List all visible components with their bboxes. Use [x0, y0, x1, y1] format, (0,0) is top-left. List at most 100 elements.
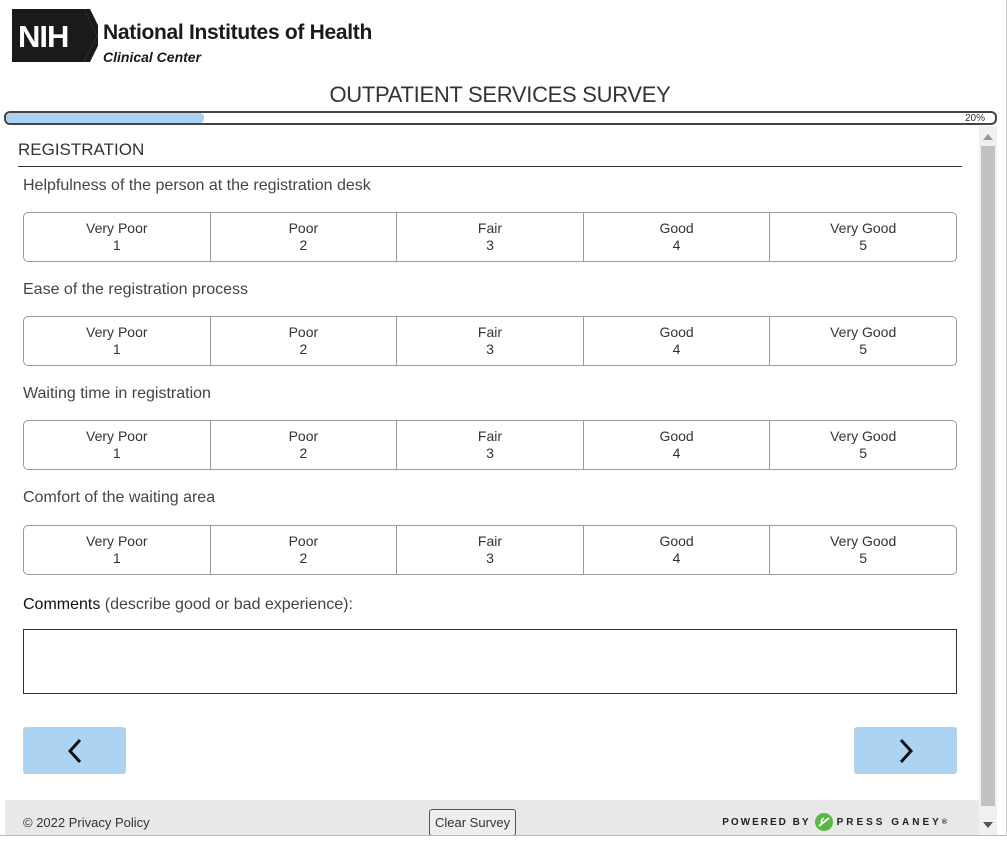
- question-text: Comfort of the waiting area: [23, 489, 216, 506]
- rating-option-label: Very Good: [830, 220, 897, 236]
- chevron-left-icon: [67, 738, 81, 763]
- powered-by-press-ganey: POWERED BY PRESS GANEY ®: [722, 812, 949, 832]
- rating-option-value: 2: [299, 237, 308, 253]
- underlying-page-edge: [0, 835, 1007, 841]
- rating-option[interactable]: Very Good 5: [770, 213, 956, 261]
- footer: © 2022 Privacy Policy Clear Survey POWER…: [5, 800, 979, 836]
- rating-option[interactable]: Good 4: [584, 526, 771, 574]
- scroll-up-arrow-icon[interactable]: [979, 128, 997, 146]
- rating-option-value: 1: [112, 341, 121, 357]
- chevron-right-icon: [899, 738, 913, 763]
- rating-option-label: Poor: [288, 533, 319, 549]
- scroll-thumb[interactable]: [981, 146, 995, 806]
- rating-scale: Very Poor 1 Poor 2 Fair 3 Good 4 Very Good 5: [23, 525, 957, 575]
- progress-bar: 20%: [4, 111, 997, 125]
- rating-option[interactable]: Fair 3: [397, 317, 584, 365]
- rating-option[interactable]: Very Poor 1: [24, 526, 211, 574]
- next-button[interactable]: [854, 727, 957, 774]
- vendor-trademark: ®: [941, 818, 949, 826]
- comments-label-hint: (describe good or bad experience):: [100, 596, 353, 613]
- comments-label: Comments (describe good or bad experienc…: [23, 596, 353, 614]
- logo-text: NIH: [18, 19, 69, 54]
- section-title: REGISTRATION: [18, 140, 962, 167]
- rating-option-label: Very Poor: [86, 428, 148, 444]
- rating-option-value: 4: [672, 237, 681, 253]
- rating-option[interactable]: Good 4: [584, 213, 771, 261]
- progress-fill: [6, 113, 204, 123]
- rating-option-label: Fair: [477, 220, 503, 236]
- press-ganey-leaf-icon: [814, 813, 833, 831]
- nih-logo: NIH National Institutes of Health Clinic…: [10, 8, 372, 65]
- rating-scale: Very Poor 1 Poor 2 Fair 3 Good 4 Very Good 5: [23, 420, 957, 470]
- survey-page: NIH National Institutes of Health Clinic…: [0, 0, 1007, 841]
- rating-option[interactable]: Fair 3: [397, 213, 584, 261]
- previous-button[interactable]: [23, 727, 126, 774]
- survey-title: OUTPATIENT SERVICES SURVEY: [329, 82, 671, 107]
- rating-option-value: 3: [486, 550, 494, 566]
- question-text: Waiting time in registration: [23, 385, 211, 402]
- rating-option[interactable]: Very Poor 1: [24, 213, 211, 261]
- rating-option[interactable]: Very Good 5: [770, 421, 956, 469]
- rating-option-label: Very Good: [830, 324, 897, 340]
- rating-option[interactable]: Good 4: [584, 421, 771, 469]
- rating-option-value: 2: [299, 341, 308, 357]
- rating-option-label: Fair: [477, 533, 503, 549]
- rating-option-label: Poor: [288, 324, 319, 340]
- powered-by-label: POWERED BY: [722, 816, 811, 828]
- rating-option-label: Good: [659, 428, 694, 444]
- comments-field[interactable]: [23, 629, 957, 694]
- rating-option[interactable]: Poor 2: [211, 526, 398, 574]
- rating-option-label: Poor: [288, 220, 319, 236]
- rating-option-value: 5: [859, 550, 868, 566]
- institute-name: National Institutes of Health: [103, 21, 372, 44]
- rating-option[interactable]: Poor 2: [211, 317, 398, 365]
- rating-option-value: 1: [112, 445, 121, 461]
- rating-option[interactable]: Fair 3: [397, 526, 584, 574]
- question-text: Helpfulness of the person at the registr…: [23, 177, 371, 194]
- rating-option-label: Very Poor: [86, 324, 148, 340]
- rating-option-value: 2: [299, 550, 308, 566]
- rating-option-value: 4: [672, 341, 681, 357]
- vendor-name: PRESS GANEY: [836, 816, 942, 828]
- rating-scale: Very Poor 1 Poor 2 Fair 3 Good 4 Very Good 5: [23, 212, 957, 262]
- rating-scale: Very Poor 1 Poor 2 Fair 3 Good 4 Very Good 5: [23, 316, 957, 366]
- rating-option[interactable]: Poor 2: [211, 421, 398, 469]
- nih-badge-icon: NIH: [10, 8, 98, 63]
- rating-option[interactable]: Poor 2: [211, 213, 398, 261]
- rating-option-value: 4: [672, 445, 681, 461]
- rating-option[interactable]: Very Good 5: [770, 317, 956, 365]
- rating-option-label: Good: [659, 324, 694, 340]
- rating-option-label: Very Good: [830, 533, 897, 549]
- comments-label-bold: Comments: [23, 596, 101, 613]
- progress-percent: 20%: [964, 113, 985, 124]
- privacy-policy-link[interactable]: © 2022 Privacy Policy: [23, 815, 150, 830]
- rating-option-label: Very Poor: [86, 533, 148, 549]
- rating-option-label: Fair: [477, 428, 503, 444]
- rating-option[interactable]: Very Poor 1: [24, 421, 211, 469]
- question-text: Ease of the registration process: [23, 281, 249, 298]
- rating-option-label: Very Good: [830, 428, 897, 444]
- rating-option-value: 5: [859, 445, 868, 461]
- rating-option-value: 5: [859, 237, 868, 253]
- rating-option[interactable]: Good 4: [584, 317, 771, 365]
- clear-survey-button[interactable]: Clear Survey: [429, 809, 517, 836]
- survey-content: REGISTRATION Helpfulness of the person a…: [0, 126, 979, 800]
- rating-option-value: 1: [112, 550, 121, 566]
- rating-option-label: Very Poor: [86, 220, 148, 236]
- vertical-scrollbar[interactable]: [979, 126, 997, 836]
- rating-option-label: Poor: [288, 428, 319, 444]
- rating-option-value: 1: [112, 237, 121, 253]
- rating-option-value: 2: [299, 445, 308, 461]
- rating-option-value: 4: [672, 550, 681, 566]
- rating-option-value: 3: [486, 341, 494, 357]
- rating-option-value: 5: [859, 341, 868, 357]
- rating-option[interactable]: Very Good 5: [770, 526, 956, 574]
- rating-option-label: Fair: [477, 324, 503, 340]
- rating-option[interactable]: Fair 3: [397, 421, 584, 469]
- rating-option[interactable]: Very Poor 1: [24, 317, 211, 365]
- institute-subtitle: Clinical Center: [103, 49, 202, 65]
- rating-option-label: Good: [659, 533, 694, 549]
- rating-option-value: 3: [486, 445, 494, 461]
- rating-option-label: Good: [659, 220, 694, 236]
- scroll-down-arrow-icon[interactable]: [979, 816, 997, 834]
